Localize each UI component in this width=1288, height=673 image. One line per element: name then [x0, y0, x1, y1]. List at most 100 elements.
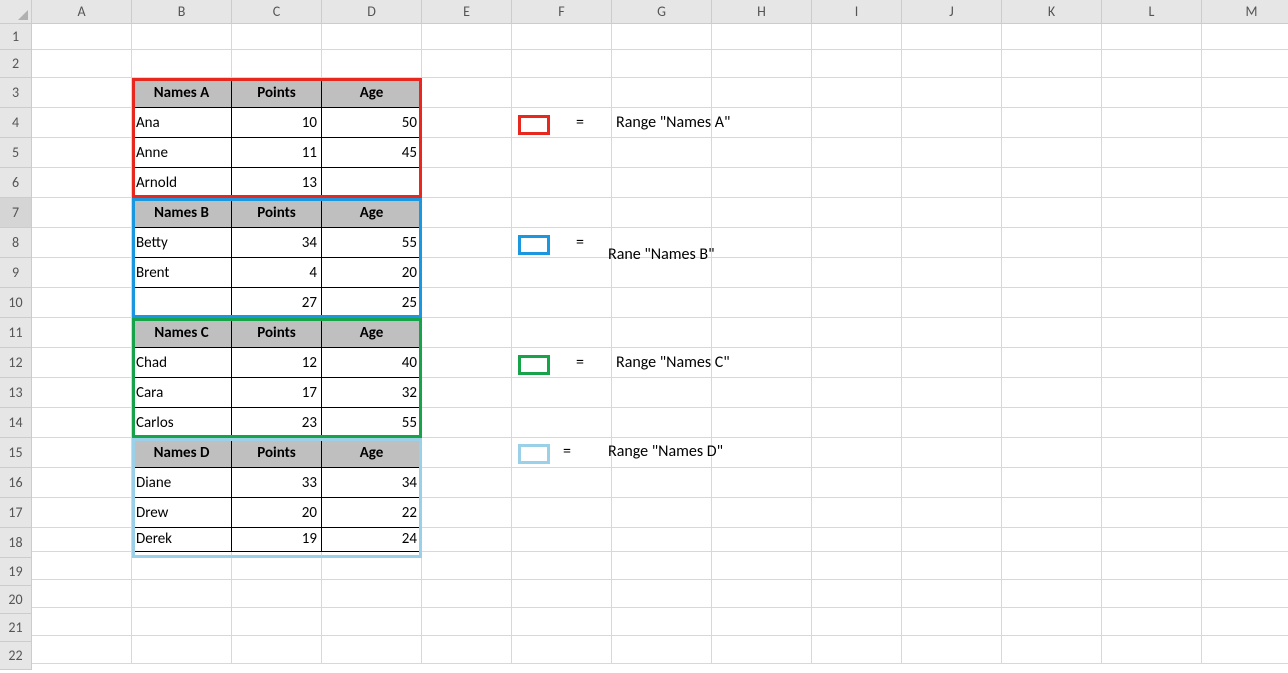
- cell-J4[interactable]: [902, 108, 1002, 138]
- cell-D15[interactable]: Age: [322, 438, 422, 468]
- cell-L18[interactable]: [1102, 528, 1202, 552]
- cell-A1[interactable]: [32, 24, 132, 50]
- cell-G10[interactable]: [612, 288, 712, 318]
- cell-I10[interactable]: [812, 288, 902, 318]
- cell-A7[interactable]: [32, 198, 132, 228]
- cell-G5[interactable]: [612, 138, 712, 168]
- cell-I20[interactable]: [812, 580, 902, 608]
- cell-E11[interactable]: [422, 318, 512, 348]
- cell-D6[interactable]: [322, 168, 422, 198]
- row-header-18[interactable]: 18: [0, 528, 32, 558]
- cell-F3[interactable]: [512, 78, 612, 108]
- cell-G22[interactable]: [612, 636, 712, 664]
- cell-M17[interactable]: [1202, 498, 1288, 528]
- cell-D4[interactable]: 50: [322, 108, 422, 138]
- cell-K22[interactable]: [1002, 636, 1102, 664]
- row-header-2[interactable]: 2: [0, 50, 32, 78]
- cell-H8[interactable]: [712, 228, 812, 258]
- row-header-9[interactable]: 9: [0, 258, 32, 288]
- cell-J1[interactable]: [902, 24, 1002, 50]
- cell-J15[interactable]: [902, 438, 1002, 468]
- col-header-E[interactable]: E: [422, 0, 512, 24]
- cell-K17[interactable]: [1002, 498, 1102, 528]
- cell-D22[interactable]: [322, 636, 422, 664]
- cell-B22[interactable]: [132, 636, 232, 664]
- cell-D19[interactable]: [322, 552, 422, 580]
- cell-B8[interactable]: Betty: [132, 228, 232, 258]
- row-header-20[interactable]: 20: [0, 586, 32, 614]
- cell-D8[interactable]: 55: [322, 228, 422, 258]
- cell-I21[interactable]: [812, 608, 902, 636]
- row-header-16[interactable]: 16: [0, 468, 32, 498]
- cell-D20[interactable]: [322, 580, 422, 608]
- cell-L8[interactable]: [1102, 228, 1202, 258]
- cell-I13[interactable]: [812, 378, 902, 408]
- cell-H14[interactable]: [712, 408, 812, 438]
- cell-B18[interactable]: Derek: [132, 528, 232, 552]
- select-all-corner[interactable]: [0, 0, 32, 24]
- cell-J17[interactable]: [902, 498, 1002, 528]
- cell-B19[interactable]: [132, 552, 232, 580]
- cell-L3[interactable]: [1102, 78, 1202, 108]
- cell-L14[interactable]: [1102, 408, 1202, 438]
- cell-J11[interactable]: [902, 318, 1002, 348]
- cell-G19[interactable]: [612, 552, 712, 580]
- cell-J2[interactable]: [902, 50, 1002, 78]
- cell-F1[interactable]: [512, 24, 612, 50]
- cell-C19[interactable]: [232, 552, 322, 580]
- cell-D1[interactable]: [322, 24, 422, 50]
- cell-H1[interactable]: [712, 24, 812, 50]
- cell-H13[interactable]: [712, 378, 812, 408]
- cell-L6[interactable]: [1102, 168, 1202, 198]
- cell-D14[interactable]: 55: [322, 408, 422, 438]
- cell-L21[interactable]: [1102, 608, 1202, 636]
- cell-I14[interactable]: [812, 408, 902, 438]
- cell-C20[interactable]: [232, 580, 322, 608]
- cell-H11[interactable]: [712, 318, 812, 348]
- col-header-I[interactable]: I: [812, 0, 902, 24]
- cell-K3[interactable]: [1002, 78, 1102, 108]
- cell-K6[interactable]: [1002, 168, 1102, 198]
- cell-K18[interactable]: [1002, 528, 1102, 552]
- cell-H6[interactable]: [712, 168, 812, 198]
- cell-C11[interactable]: Points: [232, 318, 322, 348]
- cell-E12[interactable]: [422, 348, 512, 378]
- cell-A22[interactable]: [32, 636, 132, 664]
- cell-F7[interactable]: [512, 198, 612, 228]
- cell-M4[interactable]: [1202, 108, 1288, 138]
- cell-H20[interactable]: [712, 580, 812, 608]
- cell-G6[interactable]: [612, 168, 712, 198]
- cell-H2[interactable]: [712, 50, 812, 78]
- cell-A15[interactable]: [32, 438, 132, 468]
- cell-K7[interactable]: [1002, 198, 1102, 228]
- cell-E17[interactable]: [422, 498, 512, 528]
- cell-G20[interactable]: [612, 580, 712, 608]
- cell-E6[interactable]: [422, 168, 512, 198]
- cell-E4[interactable]: [422, 108, 512, 138]
- cell-C2[interactable]: [232, 50, 322, 78]
- cell-B17[interactable]: Drew: [132, 498, 232, 528]
- cell-L19[interactable]: [1102, 552, 1202, 580]
- cell-E19[interactable]: [422, 552, 512, 580]
- cell-G17[interactable]: [612, 498, 712, 528]
- cell-L22[interactable]: [1102, 636, 1202, 664]
- cell-I2[interactable]: [812, 50, 902, 78]
- cell-E1[interactable]: [422, 24, 512, 50]
- cell-B3[interactable]: Names A: [132, 78, 232, 108]
- cell-F17[interactable]: [512, 498, 612, 528]
- cell-I19[interactable]: [812, 552, 902, 580]
- cell-I6[interactable]: [812, 168, 902, 198]
- cell-B2[interactable]: [132, 50, 232, 78]
- cell-E18[interactable]: [422, 528, 512, 552]
- cell-I15[interactable]: [812, 438, 902, 468]
- cell-J22[interactable]: [902, 636, 1002, 664]
- cell-M16[interactable]: [1202, 468, 1288, 498]
- cell-I7[interactable]: [812, 198, 902, 228]
- cell-K2[interactable]: [1002, 50, 1102, 78]
- cell-G7[interactable]: [612, 198, 712, 228]
- cell-J21[interactable]: [902, 608, 1002, 636]
- cell-D17[interactable]: 22: [322, 498, 422, 528]
- cell-J20[interactable]: [902, 580, 1002, 608]
- cell-E13[interactable]: [422, 378, 512, 408]
- cell-B10[interactable]: [132, 288, 232, 318]
